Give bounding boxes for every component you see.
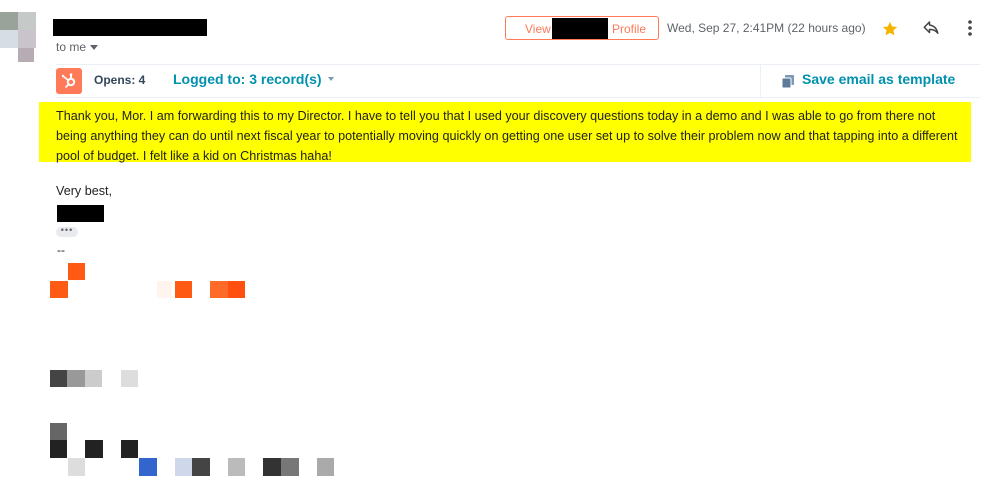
- signature-name-redacted: [57, 205, 104, 222]
- recipient-details-toggle[interactable]: to me: [56, 40, 99, 54]
- logged-records-dropdown[interactable]: Logged to: 3 record(s): [173, 71, 334, 87]
- view-profile-prefix: View: [525, 22, 551, 36]
- reply-icon[interactable]: [922, 19, 940, 37]
- sender-name-redacted: [53, 19, 207, 36]
- opens-count: Opens: 4: [94, 73, 146, 87]
- save-email-as-template-button[interactable]: Save email as template: [802, 71, 955, 87]
- logged-records-label: Logged to: 3 record(s): [173, 71, 322, 87]
- divider: [760, 65, 761, 97]
- signature-separator: --: [57, 243, 65, 257]
- more-vert-icon[interactable]: [962, 18, 978, 38]
- chevron-down-icon: [327, 77, 334, 81]
- view-profile-button[interactable]: View Profile: [505, 16, 659, 40]
- hubspot-logo-icon[interactable]: [56, 68, 82, 94]
- email-message: to me View Profile Wed, Sep 27, 2:41PM (…: [0, 0, 1000, 489]
- signoff: Very best,: [56, 184, 113, 198]
- view-profile-suffix: Profile: [612, 22, 647, 36]
- copy-icon[interactable]: [782, 75, 794, 88]
- show-trimmed-content-button[interactable]: •••: [56, 226, 78, 237]
- star-icon[interactable]: [881, 20, 899, 38]
- message-date: Wed, Sep 27, 2:41PM (22 hours ago): [667, 21, 866, 35]
- highlighted-message-text: Thank you, Mor. I am forwarding this to …: [39, 102, 971, 163]
- profile-name-redacted: [552, 18, 608, 39]
- chevron-down-icon: [90, 45, 99, 50]
- avatar[interactable]: [0, 12, 36, 64]
- message-body: Thank you, Mor. I am forwarding this to …: [56, 109, 958, 163]
- hubspot-tracking-bar: Opens: 4 Logged to: 3 record(s) Save ema…: [56, 64, 980, 98]
- recipient-label: to me: [56, 40, 87, 54]
